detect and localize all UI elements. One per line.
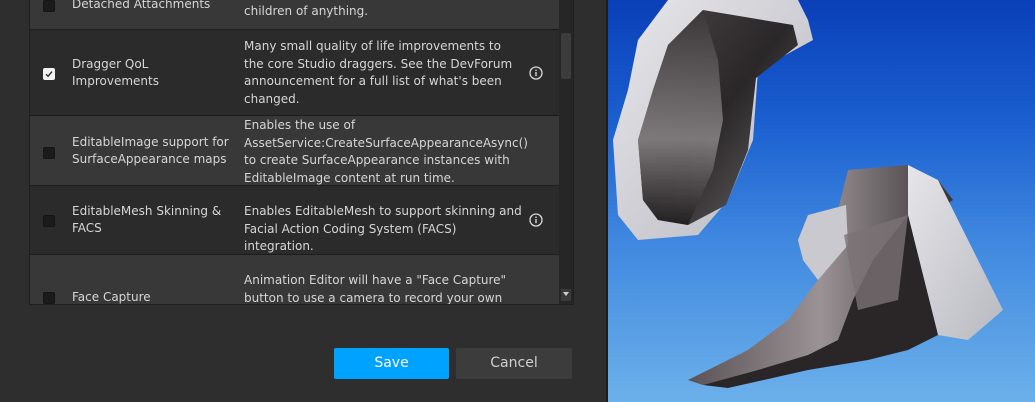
beta-checkbox[interactable] <box>43 215 55 227</box>
info-icon[interactable] <box>529 213 543 227</box>
beta-description: children of anything. <box>244 4 369 18</box>
checkmark-icon <box>45 71 53 78</box>
studio-window: Detached Attachments children of anythin… <box>0 0 1035 402</box>
beta-row-editablemesh-skinning: EditableMesh Skinning & FACS Enables Edi… <box>30 186 559 255</box>
beta-features-list-frame: Detached Attachments children of anythin… <box>29 0 574 305</box>
beta-description: Enables the use of AssetService:CreateSu… <box>244 118 528 185</box>
beta-row-dragger-qol: Dragger QoL Improvements Many small qual… <box>30 30 559 116</box>
beta-description: Many small quality of life improvements … <box>244 39 513 106</box>
viewport-scene <box>613 0 1003 388</box>
scrollbar-thumb[interactable] <box>561 33 571 79</box>
beta-checkbox[interactable] <box>43 68 55 80</box>
chevron-down-icon <box>563 292 569 296</box>
save-button[interactable]: Save <box>334 348 449 379</box>
beta-row-face-capture: Face Capture Animation Editor will have … <box>30 255 559 305</box>
list-scrollbar[interactable] <box>559 0 573 304</box>
cancel-button[interactable]: Cancel <box>456 348 572 379</box>
beta-checkbox[interactable] <box>43 292 55 304</box>
beta-name: Detached Attachments <box>72 0 211 11</box>
beta-row-editableimage-surfaceappearance: EditableImage support for SurfaceAppeara… <box>30 116 559 186</box>
scroll-down-button[interactable] <box>561 289 571 301</box>
3d-viewport[interactable] <box>608 0 1035 402</box>
beta-name: EditableImage support for SurfaceAppeara… <box>72 135 229 166</box>
beta-checkbox[interactable] <box>43 0 55 12</box>
beta-name: Dragger QoL Improvements <box>72 57 159 88</box>
beta-features-dialog: Detached Attachments children of anythin… <box>0 0 608 402</box>
beta-name: EditableMesh Skinning & FACS <box>72 204 222 235</box>
beta-name: Face Capture <box>72 290 151 304</box>
beta-checkbox[interactable] <box>43 147 55 159</box>
info-icon[interactable] <box>529 66 543 80</box>
beta-description: Animation Editor will have a "Face Captu… <box>244 273 507 305</box>
beta-row-detached-attachments: Detached Attachments children of anythin… <box>30 0 559 30</box>
beta-description: Enables EditableMesh to support skinning… <box>244 204 522 253</box>
